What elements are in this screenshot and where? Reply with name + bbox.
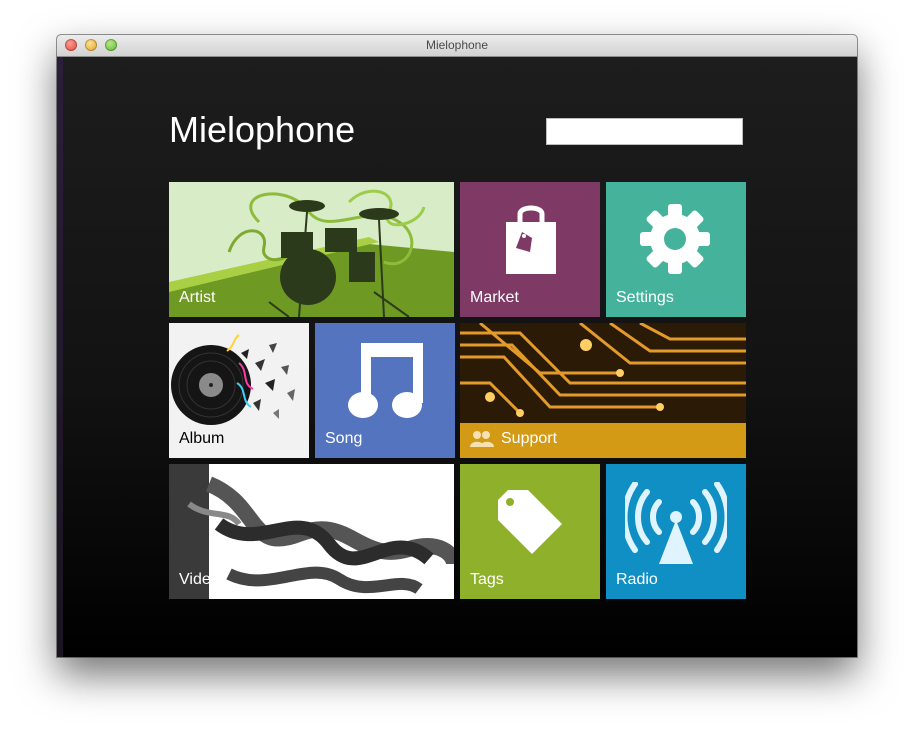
tile-radio[interactable]: Radio (606, 464, 746, 599)
tile-song[interactable]: Song (315, 323, 455, 458)
tile-artist-label: Artist (179, 289, 216, 306)
close-window-button[interactable] (65, 39, 77, 51)
tile-artist[interactable]: Artist (169, 182, 454, 317)
tile-album[interactable]: Album (169, 323, 309, 458)
people-icon (470, 431, 494, 447)
minimize-window-button[interactable] (85, 39, 97, 51)
shopping-bag-icon (506, 205, 556, 274)
search-input[interactable] (546, 118, 743, 145)
circuit-board-image (460, 323, 746, 423)
main-content: Mielophone Artist Market Settings Album … (57, 57, 857, 657)
tile-support-label: Support (501, 430, 558, 447)
tile-market-label: Market (470, 289, 519, 306)
tile-settings-label: Settings (616, 289, 674, 306)
tile-song-label: Song (325, 430, 363, 447)
maximize-window-button[interactable] (105, 39, 117, 51)
window-title: Mielophone (425, 38, 489, 52)
music-note-icon (348, 343, 423, 418)
tag-icon (498, 490, 562, 554)
tile-video[interactable]: Video (169, 464, 454, 599)
title-bar[interactable]: Mielophone (57, 35, 857, 57)
tile-album-label: Album (179, 430, 225, 447)
gear-icon (640, 204, 710, 274)
tile-video-label: Video (179, 571, 220, 588)
tile-tags-label: Tags (470, 571, 504, 588)
tile-market[interactable]: Market (460, 182, 600, 317)
tile-radio-label: Radio (616, 571, 658, 588)
tile-support[interactable]: Support (460, 323, 746, 458)
page-title: Mielophone (169, 109, 356, 150)
tile-settings[interactable]: Settings (606, 182, 746, 317)
app-window: Mielophone Mielophone Artist Market Sett… (57, 35, 857, 657)
tile-tags[interactable]: Tags (460, 464, 600, 599)
left-edge-strip (57, 57, 63, 657)
radio-tower-icon (625, 482, 727, 564)
